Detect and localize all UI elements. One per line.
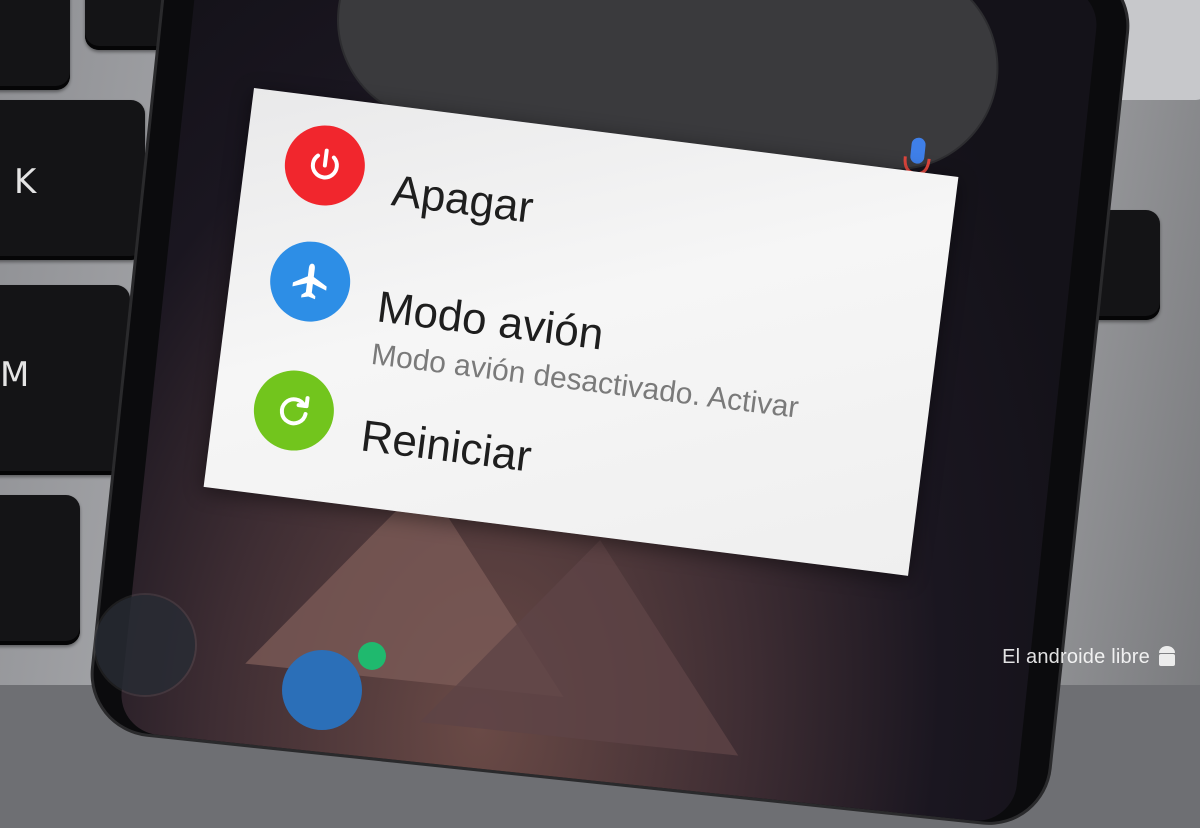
app-icon[interactable] xyxy=(282,650,362,730)
keyboard-key xyxy=(0,495,80,645)
power-icon xyxy=(310,148,339,180)
restart-icon xyxy=(279,396,310,426)
app-folder[interactable] xyxy=(95,595,195,695)
keyboard-key-k: K xyxy=(0,100,145,260)
airplane-icon-circle xyxy=(265,236,355,327)
watermark: El androide libre xyxy=(1002,645,1178,669)
wallpaper-shape xyxy=(420,523,760,756)
keyboard-key-m: M xyxy=(0,285,130,475)
key-label: M xyxy=(0,355,30,395)
watermark-text: El androide libre xyxy=(1002,645,1150,668)
app-icon[interactable] xyxy=(358,642,386,670)
power-off-label: Apagar xyxy=(389,166,537,233)
power-icon-circle xyxy=(280,120,370,211)
airplane-icon xyxy=(292,263,327,300)
keyboard-key xyxy=(0,0,70,90)
restart-label: Reiniciar xyxy=(358,411,535,482)
restart-icon-circle xyxy=(249,365,339,456)
key-label: K xyxy=(14,162,37,202)
android-robot-icon xyxy=(1159,646,1175,666)
